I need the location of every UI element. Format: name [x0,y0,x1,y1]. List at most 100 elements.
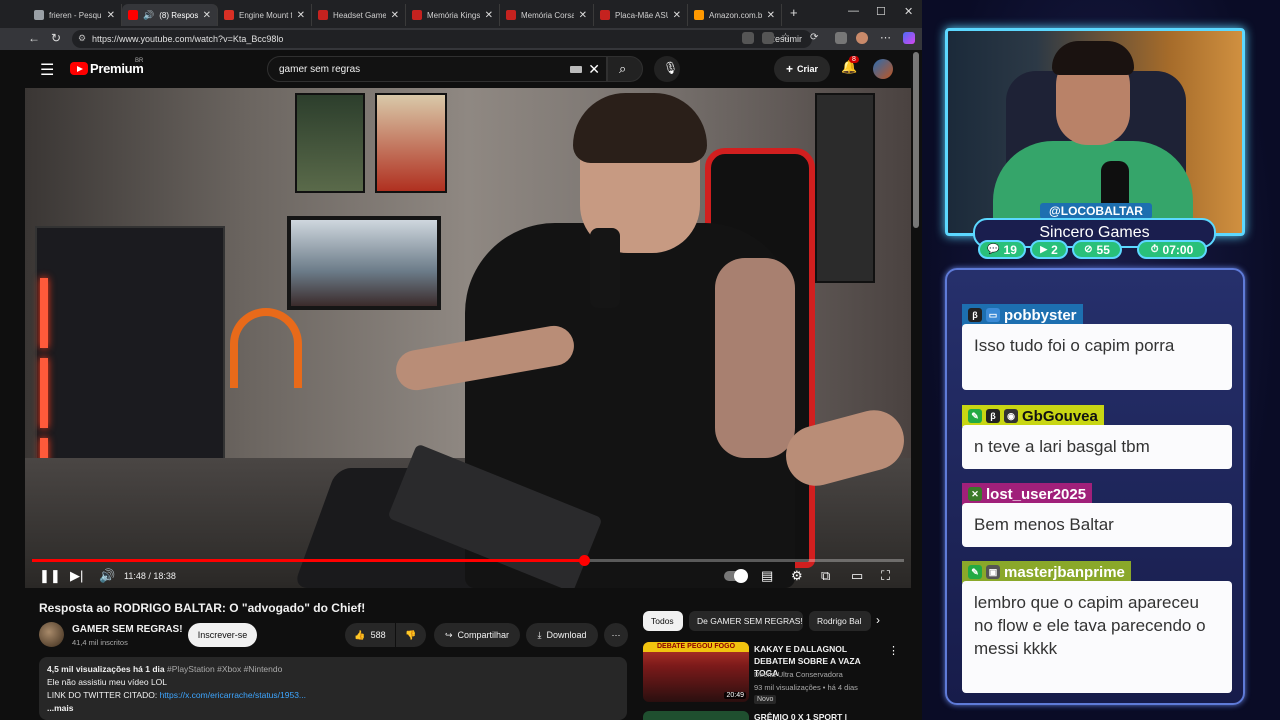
address-bar[interactable]: ⚙ https://www.youtube.com/watch?v=Kta_Bc… [72,30,812,48]
plus-icon: + [785,62,793,76]
clock-icon: ⏱ [1150,244,1159,255]
tab-frieren[interactable]: frieren - Pesquis ✕ [28,4,122,26]
settings-gear-icon[interactable]: ⚙ [791,568,803,584]
translate-icon[interactable] [742,32,754,44]
close-tab-icon[interactable]: ✕ [579,10,587,21]
account-avatar[interactable] [873,59,893,79]
chip-channel[interactable]: De GAMER SEM REGRAS! [689,611,803,631]
close-tab-icon[interactable]: ✕ [391,10,399,21]
next-icon[interactable]: ▶| [70,568,83,584]
speaker-icon[interactable]: 🔊 [143,10,154,21]
volume-icon[interactable]: 🔊 [99,568,115,584]
star-icon[interactable]: ☆ [781,32,790,43]
clear-search-icon[interactable]: ✕ [588,61,600,78]
pause-icon[interactable]: ❚❚ [39,568,61,584]
related-video-title[interactable]: GRÊMIO 0 X 1 SPORT | [754,712,847,720]
close-tab-icon[interactable]: ✕ [767,10,775,21]
youtube-icon: ▶ [1040,244,1048,254]
close-window-icon[interactable]: ✕ [904,5,913,18]
maximize-icon[interactable]: ☐ [876,5,886,18]
search-button[interactable]: ⌕ [607,56,643,82]
tab-favicon-icon [412,10,422,20]
badge-icon: ✕ [968,487,982,501]
related-thumbnail[interactable] [643,711,749,720]
fullscreen-icon[interactable]: ⛶ [881,568,890,584]
share-icon: ↪ [444,629,453,640]
chip-rodrigo[interactable]: Rodrigo Bal [809,611,871,631]
thumbnail-caption: DEBATE PEGOU FOGO [643,642,749,652]
time-display: 11:48 / 18:38 [124,571,176,581]
site-info-icon[interactable]: ⚙ [78,33,86,44]
extensions-icon[interactable] [835,32,847,44]
tab-headset[interactable]: Headset Gamer ✕ [312,4,406,26]
related-meta: 93 mil visualizações • há 4 dias [754,683,858,692]
tab-resposta[interactable]: 🔊 (8) Resposta ✕ [122,4,218,26]
description-link[interactable]: https://x.com/ericarrache/status/1953... [160,690,306,700]
url-text: https://www.youtube.com/watch?v=Kta_Bcc9… [92,34,284,44]
voice-search-button[interactable]: 🎙 [654,56,680,82]
more-actions-button[interactable]: ⋯ [604,623,628,647]
back-icon[interactable]: ← [28,31,40,45]
progress-scrubber[interactable] [578,555,590,566]
webcam-hair [1052,41,1134,75]
wall-poster [295,93,365,193]
close-tab-icon[interactable]: ✕ [203,10,211,21]
theater-mode-icon[interactable]: ▭ [851,568,863,584]
youtube-favicon-icon [128,10,138,20]
badge-icon: ▭ [986,308,1000,322]
microphone [590,228,620,308]
close-tab-icon[interactable]: ✕ [107,10,115,21]
close-tab-icon[interactable]: ✕ [673,10,681,21]
channel-name[interactable]: GAMER SEM REGRAS! [72,624,183,635]
keyboard-icon[interactable] [570,66,582,73]
search-input[interactable]: gamer sem regras ✕ [267,56,607,82]
autoplay-toggle[interactable] [724,569,748,583]
tab-favicon-icon [224,10,234,20]
tab-favicon-icon [506,10,516,20]
related-channel[interactable]: Direita Ultra Conservadora [754,670,843,679]
create-button[interactable]: + Criar [774,56,830,82]
badge-icon: ▣ [986,565,1000,579]
tab-memoria-corsair[interactable]: Memória Corsair ✕ [500,4,594,26]
subtitles-icon[interactable]: ▤ [761,568,773,584]
video-description[interactable]: 4,5 mil visualizações há 1 dia #PlayStat… [39,657,627,720]
tab-engine-mount[interactable]: Engine Mount fo ✕ [218,4,312,26]
like-button[interactable]: 👍 588 [345,623,395,647]
more-menu-icon[interactable]: ⋯ [880,31,891,44]
refresh-ext-icon[interactable]: ⟳ [810,32,818,43]
video-player[interactable] [25,88,911,588]
share-button[interactable]: ↪ Compartilhar [434,623,520,647]
description-more[interactable]: ...mais [47,702,619,715]
copilot-icon[interactable] [903,32,915,44]
chevron-right-icon[interactable]: › [876,613,880,627]
reload-icon[interactable]: ↻ [51,31,61,45]
new-tab-icon[interactable]: + [790,5,798,20]
tab-favicon-icon [600,10,610,20]
tab-amazon[interactable]: Amazon.com.br ✕ [688,4,782,26]
more-vertical-icon[interactable]: ⋮ [888,644,899,657]
new-badge: Novo [754,695,777,704]
hamburger-menu-icon[interactable]: ☰ [40,60,54,80]
youtube-logo-icon[interactable] [70,62,88,75]
close-tab-icon[interactable]: ✕ [297,10,305,21]
download-button[interactable]: ⤓ Download [526,623,598,647]
miniplayer-icon[interactable]: ⧉ [821,568,830,584]
chat-username: ✕ lost_user2025 [962,483,1093,505]
close-tab-icon[interactable]: ✕ [485,10,493,21]
tab-placa-mae[interactable]: Placa-Mãe ASUS ✕ [594,4,688,26]
tab-memoria-kingston[interactable]: Memória Kingsto ✕ [406,4,500,26]
mic-icon: 🎙 [663,61,679,75]
dislike-button[interactable]: 👎 [396,623,426,647]
related-thumbnail[interactable]: DEBATE PEGOU FOGO 20:49 [643,642,749,702]
minimize-icon[interactable]: — [848,5,859,17]
subscribe-button[interactable]: Inscrever-se [188,623,257,647]
stat-kick: ⊘ 55 [1072,240,1122,259]
chip-todos[interactable]: Todos [643,611,683,631]
reader-icon[interactable] [762,32,774,44]
profile-icon[interactable] [856,32,868,44]
progress-bar[interactable] [32,555,904,566]
page-scrollbar[interactable] [913,52,919,228]
channel-avatar[interactable] [39,622,64,647]
chat-icon: 💬 [987,244,1000,255]
address-bar-row: ← ↻ ⚙ https://www.youtube.com/watch?v=Kt… [0,28,922,50]
